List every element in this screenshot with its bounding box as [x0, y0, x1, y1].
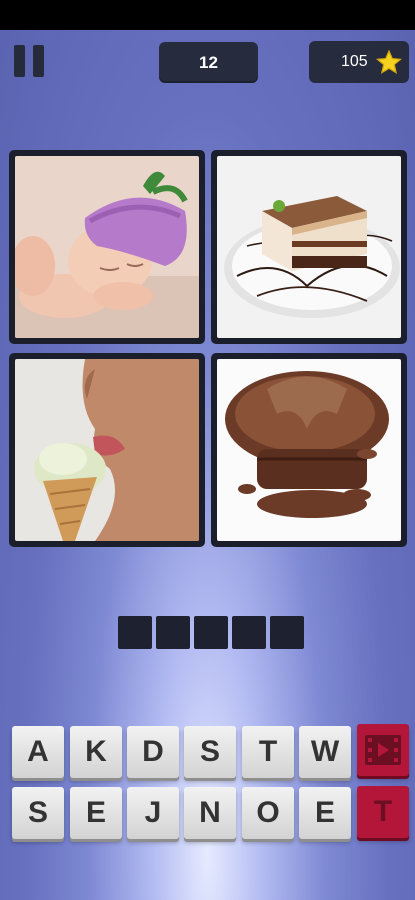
picture-tile-2[interactable] — [211, 150, 407, 344]
letter-key[interactable]: E — [299, 787, 351, 839]
skip-puzzle-button[interactable] — [357, 724, 409, 776]
level-number: 12 — [199, 52, 218, 72]
letter-key[interactable]: E — [70, 787, 122, 839]
film-play-icon — [365, 735, 401, 765]
letter-key[interactable]: J — [127, 787, 179, 839]
letter-key[interactable]: W — [299, 726, 351, 778]
picture-tile-1[interactable] — [9, 150, 205, 344]
pause-button[interactable] — [12, 45, 46, 77]
picture-tile-3[interactable] — [9, 353, 205, 547]
answer-slot[interactable] — [194, 616, 228, 649]
baby-image — [15, 156, 199, 338]
answer-slots — [118, 616, 304, 649]
letter-key[interactable]: N — [184, 787, 236, 839]
reveal-letter-label: T — [373, 795, 393, 828]
answer-slot[interactable] — [232, 616, 266, 649]
letter-key[interactable]: S — [12, 787, 64, 839]
ice-cream-image — [15, 359, 199, 541]
letter-key[interactable]: S — [184, 726, 236, 778]
cake-image — [217, 156, 401, 338]
muffin-image — [217, 359, 401, 541]
picture-tile-4[interactable] — [211, 353, 407, 547]
level-indicator: 12 — [159, 42, 258, 83]
letter-key[interactable]: D — [127, 726, 179, 778]
pause-icon — [14, 45, 25, 77]
letter-key[interactable]: K — [70, 726, 122, 778]
coin-counter[interactable]: 105 — [309, 41, 409, 83]
letter-key[interactable]: T — [242, 726, 294, 778]
star-coin-icon — [376, 50, 402, 74]
answer-slot[interactable] — [156, 616, 190, 649]
status-bar — [0, 0, 415, 30]
answer-slot[interactable] — [118, 616, 152, 649]
coin-count: 105 — [341, 53, 368, 70]
answer-slot[interactable] — [270, 616, 304, 649]
reveal-letter-button[interactable]: T — [357, 786, 409, 838]
letter-key[interactable]: O — [242, 787, 294, 839]
letter-key[interactable]: A — [12, 726, 64, 778]
